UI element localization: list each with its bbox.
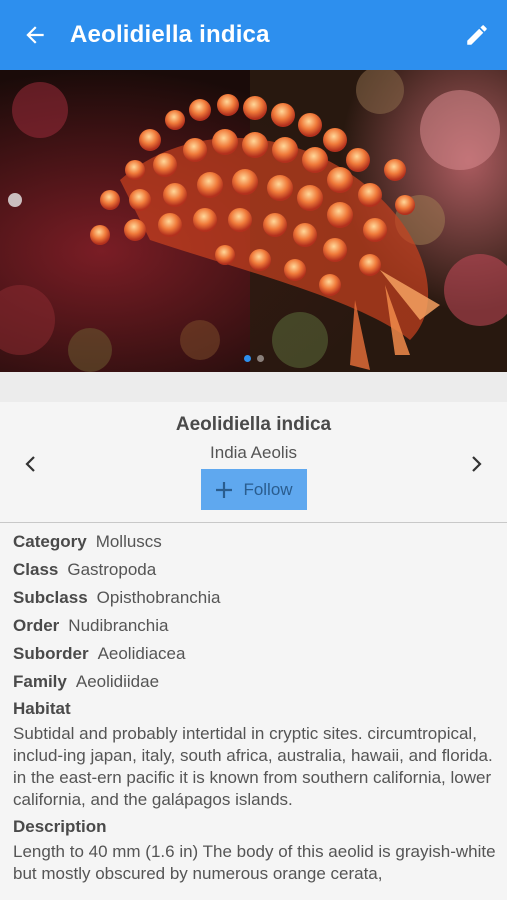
app-bar: Aeolidiella indica — [0, 0, 507, 70]
chevron-right-icon — [472, 456, 482, 472]
next-species-button[interactable] — [461, 449, 491, 479]
chevron-left-icon — [25, 456, 35, 472]
taxonomy-key: Order — [13, 616, 60, 635]
species-header: Aeolidiella indica India Aeolis Follow — [0, 402, 507, 523]
taxonomy-key: Class — [13, 560, 59, 579]
taxonomy-value: Nudibranchia — [68, 616, 169, 635]
taxonomy-key: Family — [13, 672, 67, 691]
taxonomy-row: Category Molluscs — [13, 528, 497, 556]
habitat-text: Subtidal and probably intertidal in cryp… — [13, 724, 493, 809]
description-label: Description — [13, 817, 107, 836]
taxonomy-row: Family Aeolidiidae — [13, 668, 497, 696]
taxonomy-row: Suborder Aeolidiacea — [13, 640, 497, 668]
taxonomy-key: Subclass — [13, 588, 88, 607]
pencil-icon — [467, 25, 487, 45]
photo-spacer — [0, 372, 507, 402]
gallery-dot[interactable] — [256, 355, 264, 362]
taxonomy-row: Class Gastropoda — [13, 556, 497, 584]
follow-button[interactable]: Follow — [201, 469, 307, 510]
gallery-indicator — [0, 355, 507, 362]
follow-label: Follow — [243, 479, 293, 499]
taxonomy-row: Subclass Opisthobranchia — [13, 584, 497, 612]
taxonomy-value: Aeolidiacea — [97, 644, 186, 663]
gallery-dot-active[interactable] — [243, 355, 251, 362]
previous-species-button[interactable] — [16, 449, 46, 479]
taxonomy-value: Gastropoda — [67, 560, 157, 579]
taxonomy-key: Category — [13, 532, 87, 551]
app-bar-title: Aeolidiella indica — [70, 21, 270, 48]
taxonomy-value: Aeolidiidae — [75, 672, 160, 691]
sea-slug-photo — [0, 70, 507, 372]
taxonomy-key: Suborder — [13, 644, 89, 663]
taxonomy-row: Order Nudibranchia — [13, 612, 497, 640]
common-name: India Aeolis — [210, 443, 297, 462]
species-photo[interactable] — [0, 70, 507, 372]
arrow-left-icon — [26, 26, 44, 44]
scientific-name: Aeolidiella indica — [175, 414, 332, 435]
species-details: Category Molluscs Class Gastropoda Subcl… — [13, 528, 497, 891]
taxonomy-value: Opisthobranchia — [96, 588, 221, 607]
back-button[interactable] — [0, 0, 70, 70]
edit-button[interactable] — [447, 0, 507, 70]
description-text: Length to 40 mm (1.6 in) The body of thi… — [13, 842, 496, 883]
habitat-label: Habitat — [13, 699, 71, 718]
taxonomy-value: Molluscs — [95, 532, 162, 551]
plus-icon — [216, 481, 233, 498]
